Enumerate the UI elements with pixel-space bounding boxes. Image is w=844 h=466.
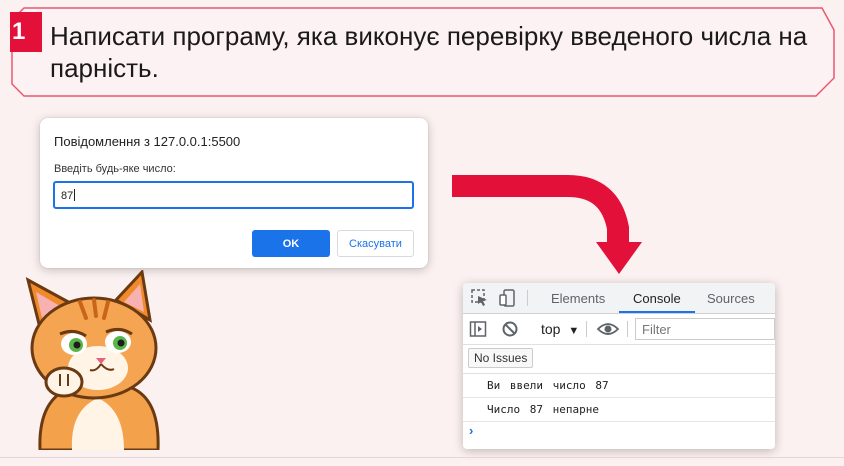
- sidebar-toggle-icon[interactable]: [469, 320, 487, 338]
- issues-row: No Issues: [463, 345, 775, 374]
- tab-console[interactable]: Console: [633, 291, 681, 306]
- device-toggle-icon[interactable]: [499, 289, 517, 307]
- inspect-icon[interactable]: [471, 289, 489, 307]
- task-text: Написати програму, яка виконує перевірку…: [50, 21, 808, 83]
- console-message-text: Ви ввели число 87: [487, 379, 609, 392]
- console-prompt-icon[interactable]: ›: [469, 423, 473, 438]
- devtools-panel: Elements Console Sources top ▼ Filter No…: [463, 283, 775, 449]
- dialog-message: Введіть будь-яке число:: [54, 163, 176, 175]
- active-tab-indicator: [619, 311, 695, 313]
- input-value: 87: [61, 190, 74, 202]
- toolbar-separator: [586, 321, 587, 337]
- task-number: 1: [12, 18, 26, 45]
- devtools-tab-bar: Elements Console Sources: [463, 283, 775, 314]
- clear-console-icon[interactable]: [501, 320, 519, 338]
- prompt-dialog: Повідомлення з 127.0.0.1:5500 Введіть бу…: [40, 118, 428, 268]
- filter-input[interactable]: Filter: [635, 318, 775, 340]
- issues-button[interactable]: No Issues: [468, 348, 534, 368]
- curved-arrow-icon: [452, 175, 642, 274]
- ok-button[interactable]: OK: [252, 230, 330, 257]
- console-message-text: Число 87 непарне: [487, 403, 599, 416]
- tab-sources[interactable]: Sources: [707, 291, 755, 306]
- toolbar-separator: [627, 321, 628, 337]
- cancel-button[interactable]: Скасувати: [337, 230, 414, 257]
- task-banner: 1 Написати програму, яка виконує перевір…: [10, 6, 836, 98]
- tab-elements[interactable]: Elements: [551, 291, 605, 306]
- chevron-down-icon: ▼: [568, 325, 580, 337]
- context-value: top: [541, 321, 561, 337]
- tab-separator: [527, 290, 528, 306]
- slide-divider: [0, 457, 844, 458]
- eye-icon[interactable]: [597, 321, 619, 337]
- context-selector[interactable]: top ▼: [541, 321, 579, 337]
- console-toolbar: top ▼ Filter: [463, 314, 775, 345]
- dialog-title: Повідомлення з 127.0.0.1:5500: [54, 134, 241, 149]
- text-caret: [74, 189, 76, 201]
- console-message: Ви ввели число 87: [463, 374, 775, 398]
- task-number-badge: 1: [10, 12, 42, 52]
- number-input[interactable]: 87: [53, 181, 414, 209]
- console-message: Число 87 непарне: [463, 398, 775, 422]
- cat-illustration: [25, 270, 160, 450]
